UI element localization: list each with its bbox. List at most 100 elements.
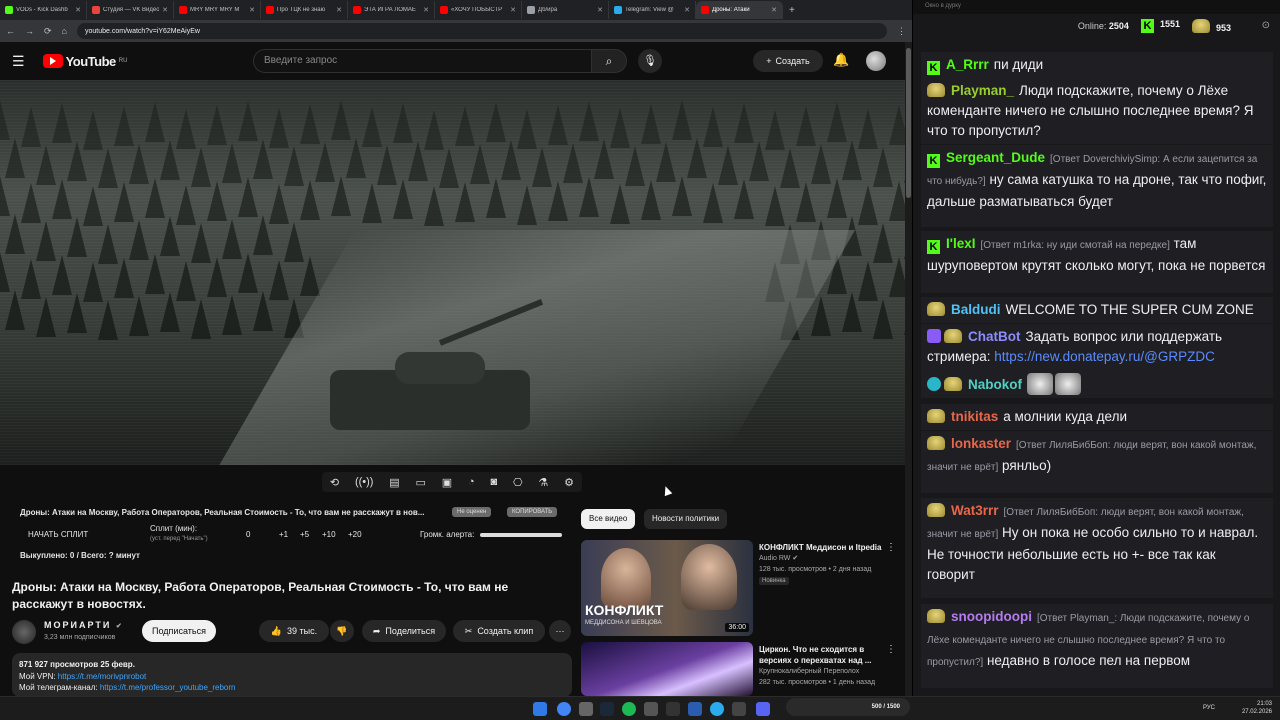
split-step-5[interactable]: +5	[300, 530, 309, 539]
subtitles-icon[interactable]: ▤	[389, 476, 399, 489]
split-value[interactable]: 0	[246, 530, 250, 539]
recommendation-title[interactable]: Циркон. Что не сходится в версиях о пере…	[759, 644, 885, 666]
alert-volume-slider[interactable]	[480, 533, 562, 537]
forward-icon[interactable]: →	[25, 26, 34, 36]
chat-username[interactable]: I'lexI	[946, 236, 975, 251]
recommendation-channel[interactable]: Audio RW ✔	[759, 553, 885, 564]
system-clock[interactable]: 21:03 27.02.2026	[1242, 700, 1272, 716]
browser-tab[interactable]: «ХОЧУ ПОБЫСТР ✕	[435, 1, 522, 19]
split-step-1[interactable]: +1	[279, 530, 288, 539]
notifications-bell-icon[interactable]: 🔔	[833, 52, 849, 68]
app-icon[interactable]	[644, 702, 658, 716]
chat-username[interactable]: Wat3rrr	[951, 503, 999, 518]
chat-username[interactable]: Baldudi	[951, 302, 1001, 317]
clip-button[interactable]: ✂ Создать клип	[453, 620, 545, 642]
browser-tab[interactable]: MRY MRY MRY M ✕	[174, 1, 261, 19]
chat-username[interactable]: Playman_	[951, 83, 1014, 98]
search-button[interactable]: ⌕	[591, 49, 627, 73]
page-scrollbar[interactable]	[905, 42, 912, 696]
split-step-10[interactable]: +10	[322, 530, 336, 539]
home-icon[interactable]: ⌂	[62, 26, 67, 36]
dislike-button[interactable]: 👎	[330, 620, 354, 642]
chat-username[interactable]: A_Rrrr	[946, 57, 989, 72]
browser-tab[interactable]: Дб/ира ✕	[522, 1, 609, 19]
camera-icon[interactable]: ⎔	[513, 476, 523, 489]
new-tab-icon[interactable]: +	[789, 5, 795, 16]
like-button[interactable]: 👍 39 тыс.	[259, 620, 329, 642]
loop-icon[interactable]: ⟲	[330, 476, 339, 489]
chat-settings-icon[interactable]: ⊙	[1262, 20, 1270, 31]
audio-icon[interactable]: ((•))	[355, 476, 374, 488]
user-avatar[interactable]	[866, 51, 886, 71]
youtube-logo[interactable]: YouTube RU	[42, 54, 127, 69]
chat-username[interactable]: Nabokof	[968, 377, 1022, 392]
app-icon[interactable]	[732, 702, 746, 716]
voice-search-button[interactable]: 🎙	[638, 49, 662, 73]
telegram-icon[interactable]	[710, 702, 724, 716]
extension-rate-button[interactable]: Не оценен	[452, 507, 492, 517]
speed-icon[interactable]: ◔	[468, 476, 475, 488]
more-actions-button[interactable]: ⋯	[549, 620, 571, 642]
back-icon[interactable]: ←	[6, 26, 15, 36]
chat-username[interactable]: tnikitas	[951, 409, 998, 424]
reload-icon[interactable]: ⟳	[44, 26, 52, 37]
video-player[interactable]: ///	[0, 80, 905, 465]
recommendation-title[interactable]: КОНФЛИКТ Меддисон и Itpedia	[759, 542, 885, 553]
close-tab-icon[interactable]: ✕	[597, 6, 603, 14]
url-field[interactable]: youtube.com/watch?v=iY62MeAiyEw	[76, 23, 887, 39]
share-button[interactable]: ➦ Поделиться	[362, 620, 446, 642]
recommendation-info[interactable]: Циркон. Что не сходится в версиях о пере…	[759, 644, 885, 688]
split-step-20[interactable]: +20	[348, 530, 362, 539]
flask-icon[interactable]: ⚗	[538, 476, 548, 489]
channel-name[interactable]: МОРИАРТИ ✔	[44, 620, 124, 630]
browser-tab[interactable]: VODs - Kick Dashb ✕	[0, 1, 87, 19]
browser-tab[interactable]: ЭТА ИГРА ЛОМАЕ ✕	[348, 1, 435, 19]
chat-username[interactable]: snoopidoopi	[951, 609, 1032, 624]
close-tab-icon[interactable]: ✕	[249, 6, 255, 14]
start-icon[interactable]	[533, 702, 547, 716]
chat-username[interactable]: lonkaster	[951, 436, 1011, 451]
extensions-icon[interactable]: ⋮	[897, 26, 906, 37]
close-tab-icon[interactable]: ✕	[75, 6, 81, 14]
recommendation-thumbnail[interactable]: КОНФЛИКТ МЕДДИСОНА И ШЕВЦОВА 36:00	[581, 540, 753, 636]
spotify-icon[interactable]	[622, 702, 636, 716]
discord-icon[interactable]	[756, 702, 770, 716]
search-input[interactable]: Введите запрос	[253, 49, 593, 73]
chip-all-videos[interactable]: Все видео	[581, 509, 636, 529]
vpn-link[interactable]: https://t.me/morivpnrobot	[58, 672, 146, 681]
start-split-button[interactable]: НАЧАТЬ СПЛИТ	[28, 530, 88, 539]
steam-icon[interactable]	[600, 702, 614, 716]
close-tab-icon[interactable]: ✕	[423, 6, 429, 14]
recommendation-info[interactable]: КОНФЛИКТ Меддисон и Itpedia Audio RW ✔ 1…	[759, 542, 885, 585]
video-description[interactable]: 871 927 просмотров 25 февр. Мой VPN: htt…	[12, 653, 572, 697]
close-tab-icon[interactable]: ✕	[162, 6, 168, 14]
telegram-link[interactable]: https://t.me/professor_youtube_reborn	[100, 683, 236, 692]
app-icon[interactable]	[666, 702, 680, 716]
chrome-icon[interactable]	[557, 702, 571, 716]
cinema-icon[interactable]: ▭	[416, 476, 426, 489]
app-icon[interactable]	[579, 702, 593, 716]
extension-copy-button[interactable]: КОПИРОВАТЬ	[507, 507, 558, 517]
recommendation-menu-icon[interactable]: ⋮	[886, 644, 896, 655]
pip-icon[interactable]: ▣	[442, 476, 452, 489]
close-tab-icon[interactable]: ✕	[336, 6, 342, 14]
browser-tab[interactable]: Дроны: Атаки ✕	[696, 1, 783, 19]
menu-icon[interactable]: ☰	[12, 53, 25, 70]
chat-username[interactable]: ChatBot	[968, 329, 1021, 344]
subscribe-button[interactable]: Подписаться	[142, 620, 216, 642]
gear-icon[interactable]: ⚙	[564, 476, 574, 489]
chat-username[interactable]: Sergeant_Dude	[946, 150, 1045, 165]
screenshot-icon[interactable]: ◙	[490, 476, 497, 488]
chat-link[interactable]: https://new.donatepay.ru/@GRPZDC	[994, 349, 1215, 364]
browser-tab[interactable]: Telegram: View @ ✕	[609, 1, 696, 19]
close-tab-icon[interactable]: ✕	[510, 6, 516, 14]
close-tab-icon[interactable]: ✕	[771, 6, 777, 14]
channel-avatar[interactable]	[12, 620, 36, 644]
browser-tab[interactable]: Студия — VK Видео ✕	[87, 1, 174, 19]
browser-tab[interactable]: Про ТЦК не знаю ✕	[261, 1, 348, 19]
app-icon[interactable]	[688, 702, 702, 716]
create-button[interactable]: + Создать	[753, 50, 823, 72]
recommendation-thumbnail[interactable]	[581, 642, 753, 696]
language-indicator[interactable]: РУС	[1203, 705, 1215, 711]
recommendation-menu-icon[interactable]: ⋮	[886, 542, 896, 553]
